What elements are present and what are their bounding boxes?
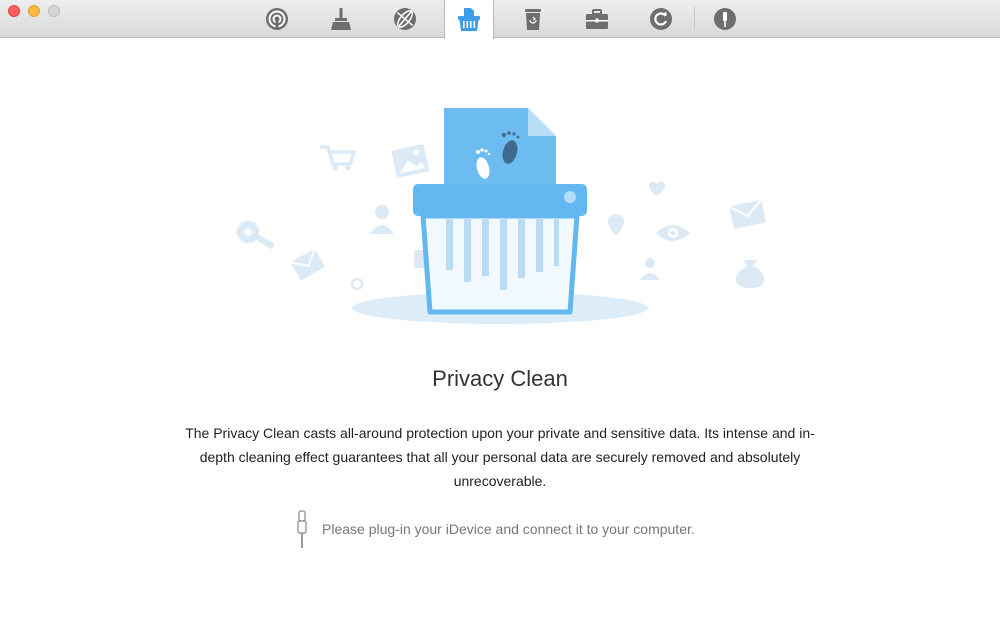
cart-icon xyxy=(320,145,357,171)
usb-icon xyxy=(714,8,736,30)
title-bar xyxy=(0,0,1000,39)
envelope-icon xyxy=(290,248,325,280)
page-title: Privacy Clean xyxy=(432,366,568,391)
picture-icon xyxy=(391,144,429,178)
shredder-bin xyxy=(413,184,587,315)
tab-internet[interactable] xyxy=(380,0,430,38)
eye-icon xyxy=(656,225,690,241)
heart-icon xyxy=(648,181,666,196)
connect-device-text: Please plug-in your iDevice and connect … xyxy=(322,521,695,537)
money-bag-icon xyxy=(735,260,765,288)
minimize-window-button[interactable] xyxy=(28,5,40,17)
shredder-icon xyxy=(458,7,480,31)
refresh-icon xyxy=(650,8,672,30)
globe-icon xyxy=(394,8,416,30)
toolbar-separator xyxy=(694,6,695,30)
location-pin-icon xyxy=(608,214,624,236)
close-window-button[interactable] xyxy=(8,5,20,17)
tab-trash[interactable] xyxy=(508,0,558,38)
refresh-small-icon xyxy=(350,277,364,291)
tab-restore[interactable] xyxy=(636,0,686,38)
airbackup-icon xyxy=(266,8,288,30)
user-icon xyxy=(370,205,394,234)
tab-airbackup[interactable] xyxy=(252,0,302,38)
privacy-clean-illustration xyxy=(237,108,766,324)
zoom-window-button[interactable] xyxy=(48,5,60,17)
contact-icon xyxy=(640,258,660,280)
phone-icon xyxy=(414,250,424,268)
feature-description: The Privacy Clean casts all-around prote… xyxy=(185,425,815,489)
toolbox-icon xyxy=(586,9,608,29)
trash-icon xyxy=(525,9,541,30)
lightning-cable-icon xyxy=(297,510,307,548)
mail-icon xyxy=(728,199,766,229)
tab-privacy-clean[interactable] xyxy=(444,0,494,39)
key-icon xyxy=(237,221,275,250)
tab-cleaner[interactable] xyxy=(316,0,366,38)
tab-device[interactable] xyxy=(700,0,750,38)
connect-device-hint: Please plug-in your iDevice and connect … xyxy=(296,510,695,548)
broom-icon xyxy=(331,8,351,30)
tab-toolbox[interactable] xyxy=(572,0,622,38)
